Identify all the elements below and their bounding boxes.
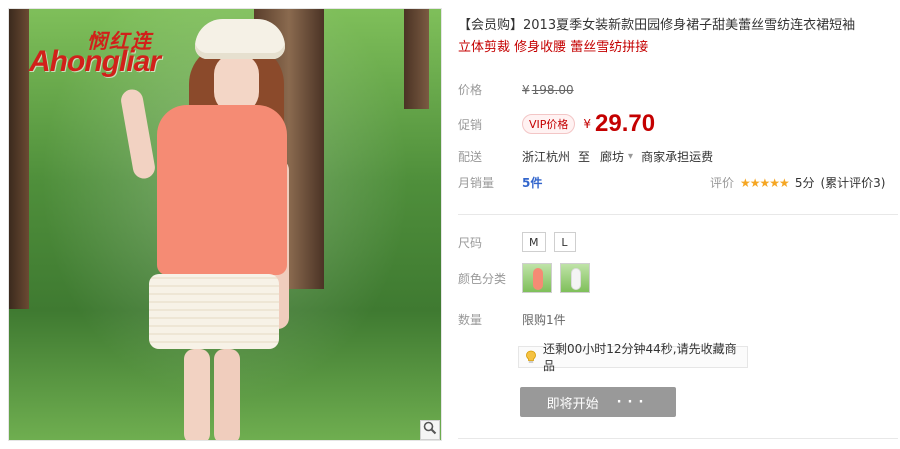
color-swatch-white[interactable]	[560, 263, 590, 293]
original-currency: ¥	[522, 82, 530, 97]
price-row: 价格 ¥198.00	[458, 81, 574, 98]
brand-logo-en: Ahongliar	[29, 45, 161, 78]
size-row: 尺码 M L	[458, 232, 584, 252]
size-option-m[interactable]: M	[522, 232, 546, 252]
rating-reviews-link[interactable]: (累计评价3)	[820, 174, 885, 191]
bottom-divider	[458, 438, 898, 439]
model-leg-right	[214, 349, 240, 440]
search-icon	[423, 421, 437, 439]
promo-label: 促销	[458, 117, 483, 132]
color-swatch-white-figure	[571, 268, 581, 290]
ship-from: 浙江杭州	[522, 150, 571, 164]
promo-price: 29.70	[595, 110, 656, 137]
ship-to-word: 至	[578, 150, 591, 164]
model-arm-left	[119, 87, 157, 181]
rating-stars: ★★★★★	[740, 175, 790, 190]
rating-label: 评价	[710, 176, 735, 190]
coming-soon-dots: ···	[616, 394, 650, 410]
chevron-down-icon: ▾	[628, 151, 634, 162]
color-swatch-coral-figure	[533, 268, 543, 290]
price-label: 价格	[458, 83, 483, 97]
quantity-label: 数量	[458, 313, 483, 327]
quantity-row: 数量 限购1件	[458, 311, 566, 328]
color-swatch-coral[interactable]	[522, 263, 552, 293]
coming-soon-button[interactable]: 即将开始 ···	[520, 387, 676, 417]
product-photo[interactable]: 悯红连 Ahongliar	[8, 8, 442, 441]
original-price: ¥198.00	[522, 83, 574, 97]
countdown-text: 还剩00小时12分钟44秒,请先收藏商品	[543, 342, 737, 373]
product-title: 【会员购】2013夏季女装新款田园修身裙子甜美蕾丝雪纺连衣裙短袖	[458, 18, 856, 33]
section-divider	[458, 214, 898, 215]
sales-value: 5件	[522, 176, 543, 190]
zoom-button[interactable]	[420, 420, 440, 440]
shipping-row: 配送 浙江杭州 至 廊坊 ▾ 商家承担运费	[458, 148, 713, 165]
color-label: 颜色分类	[458, 271, 507, 286]
model-hat	[195, 19, 285, 59]
model-leg-left	[184, 349, 210, 440]
size-option-l[interactable]: L	[553, 232, 576, 252]
original-price-value: 198.00	[531, 82, 574, 97]
ship-to-city: 廊坊	[600, 150, 625, 164]
product-subtitle: 立体剪裁 修身收腰 蕾丝雪纺拼接	[458, 40, 649, 55]
coming-soon-label: 即将开始	[546, 396, 599, 412]
promo-currency: ¥	[583, 117, 592, 131]
ship-to-dropdown[interactable]: 至 廊坊 ▾	[578, 148, 633, 165]
vip-badge: VIP价格	[522, 114, 576, 134]
size-label: 尺码	[458, 235, 483, 250]
promo-row: 促销 VIP价格 ¥ 29.70	[458, 110, 655, 138]
tree-trunk-right	[404, 9, 429, 109]
shipping-label: 配送	[458, 150, 483, 164]
shipping-fee: 商家承担运费	[641, 150, 714, 164]
tree-trunk-left	[9, 9, 29, 309]
product-info: 【会员购】2013夏季女装新款田园修身裙子甜美蕾丝雪纺连衣裙短袖 立体剪裁 修身…	[458, 16, 898, 58]
model-top	[157, 105, 287, 275]
countdown-notice: 还剩00小时12分钟44秒,请先收藏商品	[518, 342, 748, 373]
sales-label: 月销量	[458, 176, 495, 190]
lightbulb-icon	[525, 350, 537, 364]
color-row: 颜色分类	[458, 263, 598, 293]
model-skirt	[149, 274, 279, 349]
quantity-limit-text: 限购1件	[522, 313, 566, 327]
sales-row: 月销量 5件	[458, 174, 542, 191]
rating-block: 评价 ★★★★★ 5分 (累计评价3)	[710, 174, 885, 191]
brand-logo: 悯红连 Ahongliar	[27, 23, 197, 83]
rating-score: 5分	[794, 176, 815, 190]
